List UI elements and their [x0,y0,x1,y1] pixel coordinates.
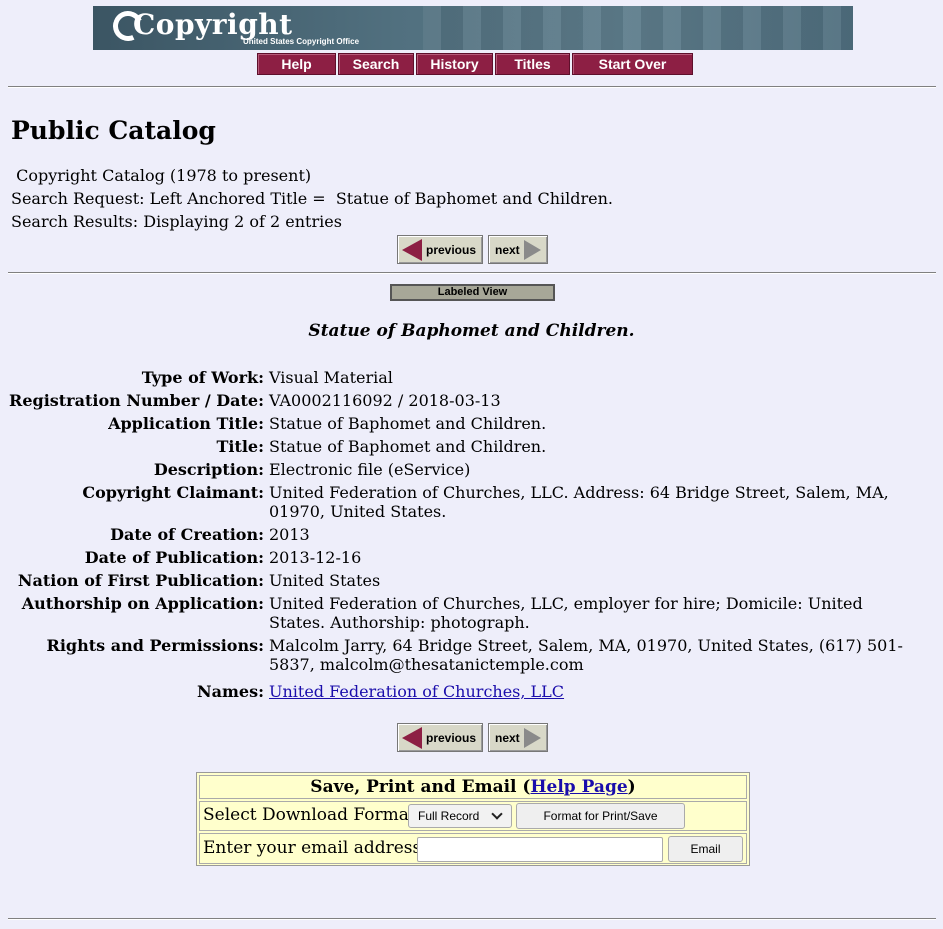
field-names: Names: United Federation of Churches, LL… [0,682,909,701]
search-results-count: Search Results: Displaying 2 of 2 entrie… [11,212,342,231]
divider [8,272,936,274]
field-value: United Federation of Churches, LLC, empl… [269,594,863,632]
field-label: Authorship on Application: [21,594,264,613]
field-rights-and-permissions: Rights and Permissions: Malcolm Jarry, 6… [0,636,909,674]
nav-titles-button[interactable]: Titles [495,53,570,75]
previous-button[interactable]: previous [397,723,483,752]
field-value: 2013 [269,525,310,544]
divider [8,918,936,920]
logo-subtitle: United States Copyright Office [243,37,360,46]
field-copyright-claimant: Copyright Claimant: United Federation of… [0,483,909,521]
field-label: Rights and Permissions: [46,636,264,655]
previous-label: previous [426,730,477,745]
save-print-email-panel: Save, Print and Email (Help Page) Select… [196,772,750,866]
field-label: Date of Creation: [110,525,264,544]
arrow-left-icon [402,726,422,749]
nav-help-button[interactable]: Help [257,53,336,75]
spe-title: Save, Print and Email (Help Page) [199,775,747,799]
field-label: Description: [153,460,264,479]
field-date-of-publication: Date of Publication: 2013-12-16 [0,548,909,567]
spe-title-prefix: Save, Print and Email ( [310,777,531,797]
field-value: United States [269,571,381,590]
labeled-view-button[interactable]: Labeled View [390,284,555,301]
arrow-right-icon [523,727,541,748]
field-value: United Federation of Churches, LLC [269,682,909,701]
search-request: Search Request: Left Anchored Title = St… [11,189,614,208]
chevron-down-icon [491,808,503,820]
spe-title-suffix: ) [627,777,636,797]
field-application-title: Application Title: Statue of Baphomet an… [0,414,909,433]
arrow-left-icon [402,238,422,261]
previous-label: previous [426,242,477,257]
format-for-print-button[interactable]: Format for Print/Save [516,803,685,829]
field-value: 2013-12-16 [269,548,362,567]
field-value: Statue of Baphomet and Children. [269,414,547,433]
field-label: Title: [216,437,264,456]
field-label: Names: [196,682,264,701]
next-label: next [495,242,520,257]
field-title: Title: Statue of Baphomet and Children. [0,437,909,456]
copyright-office-banner: Copyright United States Copyright Office [93,6,853,50]
field-label: Copyright Claimant: [82,483,264,502]
field-label: Date of Publication: [84,548,264,567]
field-description: Description: Electronic file (eService) [0,460,909,479]
banner-texture [423,6,853,50]
names-link[interactable]: United Federation of Churches, LLC [269,682,564,701]
field-type-of-work: Type of Work: Visual Material [0,368,909,387]
download-format-value: Full Record [418,809,480,823]
field-value: Visual Material [269,368,393,387]
download-format-select[interactable]: Full Record [408,804,512,828]
field-date-of-creation: Date of Creation: 2013 [0,525,909,544]
nav-history-button[interactable]: History [416,53,493,75]
next-button[interactable]: next [488,723,548,752]
download-format-label: Select Download Format [203,805,416,825]
field-value: Electronic file (eService) [269,460,471,479]
field-label: Application Title: [108,414,264,433]
help-page-link[interactable]: Help Page [530,777,627,797]
nav-search-button[interactable]: Search [338,53,414,75]
nav-start-over-button[interactable]: Start Over [572,53,693,75]
pager-top: previous next [397,235,548,264]
main-nav: Help Search History Titles Start Over [257,53,695,75]
email-label: Enter your email address: [203,838,427,858]
next-label: next [495,730,520,745]
page-title: Public Catalog [11,116,216,145]
previous-button[interactable]: previous [397,235,483,264]
pager-bottom: previous next [397,723,548,752]
field-authorship-on-application: Authorship on Application: United Federa… [0,594,909,632]
field-label: Registration Number / Date: [9,391,264,410]
email-button[interactable]: Email [668,836,743,862]
email-input[interactable] [417,837,663,862]
field-label: Nation of First Publication: [17,571,264,590]
field-value: United Federation of Churches, LLC. Addr… [269,483,889,521]
field-registration: Registration Number / Date: VA0002116092… [0,391,909,410]
arrow-right-icon [523,239,541,260]
field-value: VA0002116092 / 2018-03-13 [269,391,501,410]
field-value: Malcolm Jarry, 64 Bridge Street, Salem, … [269,636,903,674]
catalog-name: Copyright Catalog (1978 to present) [11,166,312,185]
download-format-row: Select Download Format Full Record Forma… [199,801,747,831]
field-nation-of-first-publication: Nation of First Publication: United Stat… [0,571,909,590]
divider [8,86,936,88]
email-row: Enter your email address: Email [199,833,747,864]
field-label: Type of Work: [141,368,264,387]
record-heading: Statue of Baphomet and Children. [308,321,635,341]
next-button[interactable]: next [488,235,548,264]
field-value: Statue of Baphomet and Children. [269,437,547,456]
